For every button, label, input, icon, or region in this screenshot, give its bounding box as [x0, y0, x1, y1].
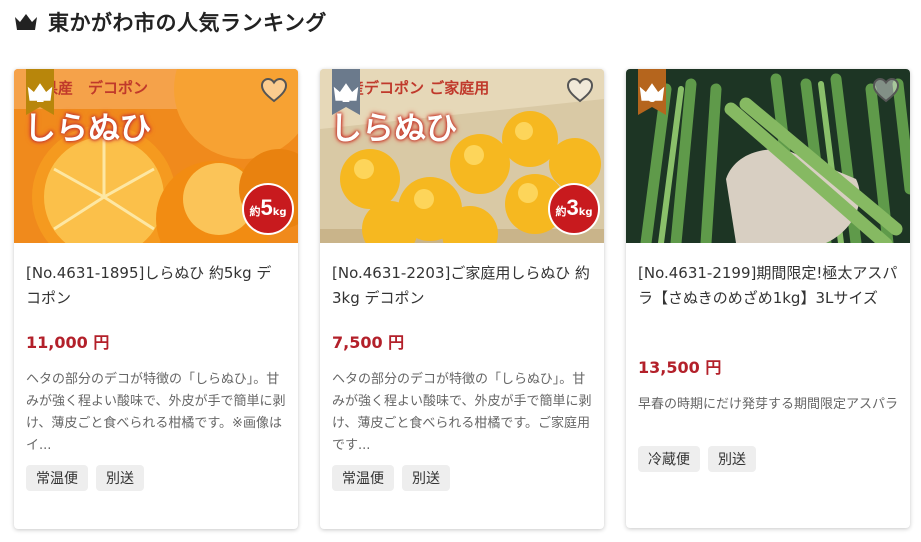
asparagus-photo — [626, 69, 910, 243]
rank-badge: 3 — [638, 69, 666, 115]
favorite-button[interactable] — [566, 77, 594, 103]
product-name[interactable]: [No.4631-2203]ご家庭用しらぬひ 約3kg デコポン — [332, 261, 592, 311]
product-image[interactable]: 県産デコポン ご家庭用 しらぬひ 2 約 3 kg — [320, 69, 604, 243]
favorite-button[interactable] — [260, 77, 288, 103]
product-description: ヘタの部分のデコが特徴の「しらぬひ」。甘みが強く程よい酸味で、外皮が手で簡単に剥… — [26, 372, 286, 453]
product-name[interactable]: [No.4631-2199]期間限定!極太アスパラ【さぬきのめざめ1kg】3Lサ… — [638, 261, 898, 336]
weight-badge: 約 3 kg — [548, 183, 600, 235]
page-title: 東かがわ市の人気ランキング — [48, 11, 327, 35]
tag-list: 冷蔵便 別送 — [638, 446, 898, 472]
rank-badge: 1 — [26, 69, 54, 115]
product-price: 7,500 円 — [332, 333, 405, 352]
weight-prefix: 約 — [249, 205, 261, 218]
heart-icon — [872, 77, 900, 103]
crown-icon — [14, 13, 38, 31]
tag-separate: 別送 — [96, 465, 144, 491]
favorite-button[interactable] — [872, 77, 900, 103]
heart-icon — [260, 77, 288, 103]
tag-shipping: 冷蔵便 — [638, 446, 700, 472]
rank-number: 3 — [648, 89, 656, 105]
product-card-2[interactable]: 県産デコポン ご家庭用 しらぬひ 2 約 3 kg [No.4631-2203]… — [320, 69, 604, 529]
tag-separate: 別送 — [708, 446, 756, 472]
product-image[interactable]: 3 — [626, 69, 910, 243]
weight-number: 3 — [566, 195, 579, 220]
tag-separate: 別送 — [402, 465, 450, 491]
ranking-list: 川県産 デコポン しらぬひ 1 約 5 kg [No.4631-1895]しらぬ… — [14, 69, 914, 529]
product-price: 13,500 円 — [638, 358, 722, 377]
weight-badge: 約 5 kg — [242, 183, 294, 235]
weight-unit: kg — [272, 207, 287, 218]
product-card-3[interactable]: 3 [No.4631-2199]期間限定!極太アスパラ【さぬきのめざめ1kg】3… — [626, 69, 910, 528]
product-name[interactable]: [No.4631-1895]しらぬひ 約5kg デコポン — [26, 261, 286, 311]
product-card-1[interactable]: 川県産 デコポン しらぬひ 1 約 5 kg [No.4631-1895]しらぬ… — [14, 69, 298, 529]
product-price: 11,000 円 — [26, 333, 110, 352]
weight-prefix: 約 — [555, 205, 567, 218]
ranking-heading: 東かがわ市の人気ランキング — [14, 6, 327, 38]
product-description: ヘタの部分のデコが特徴の「しらぬひ」。甘みが強く程よい酸味で、外皮が手で簡単に剥… — [332, 372, 592, 453]
heart-icon — [566, 77, 594, 103]
product-description: 早春の時期にだけ発芽する期間限定アスパラ — [638, 397, 899, 412]
tag-list: 常温便 別送 — [26, 465, 286, 491]
product-image[interactable]: 川県産 デコポン しらぬひ 1 約 5 kg — [14, 69, 298, 243]
tag-list: 常温便 別送 — [332, 465, 592, 491]
rank-number: 1 — [36, 89, 44, 105]
tag-shipping: 常温便 — [332, 465, 394, 491]
tag-shipping: 常温便 — [26, 465, 88, 491]
weight-unit: kg — [578, 207, 593, 218]
rank-number: 2 — [342, 89, 350, 105]
rank-badge: 2 — [332, 69, 360, 115]
weight-number: 5 — [260, 195, 273, 220]
